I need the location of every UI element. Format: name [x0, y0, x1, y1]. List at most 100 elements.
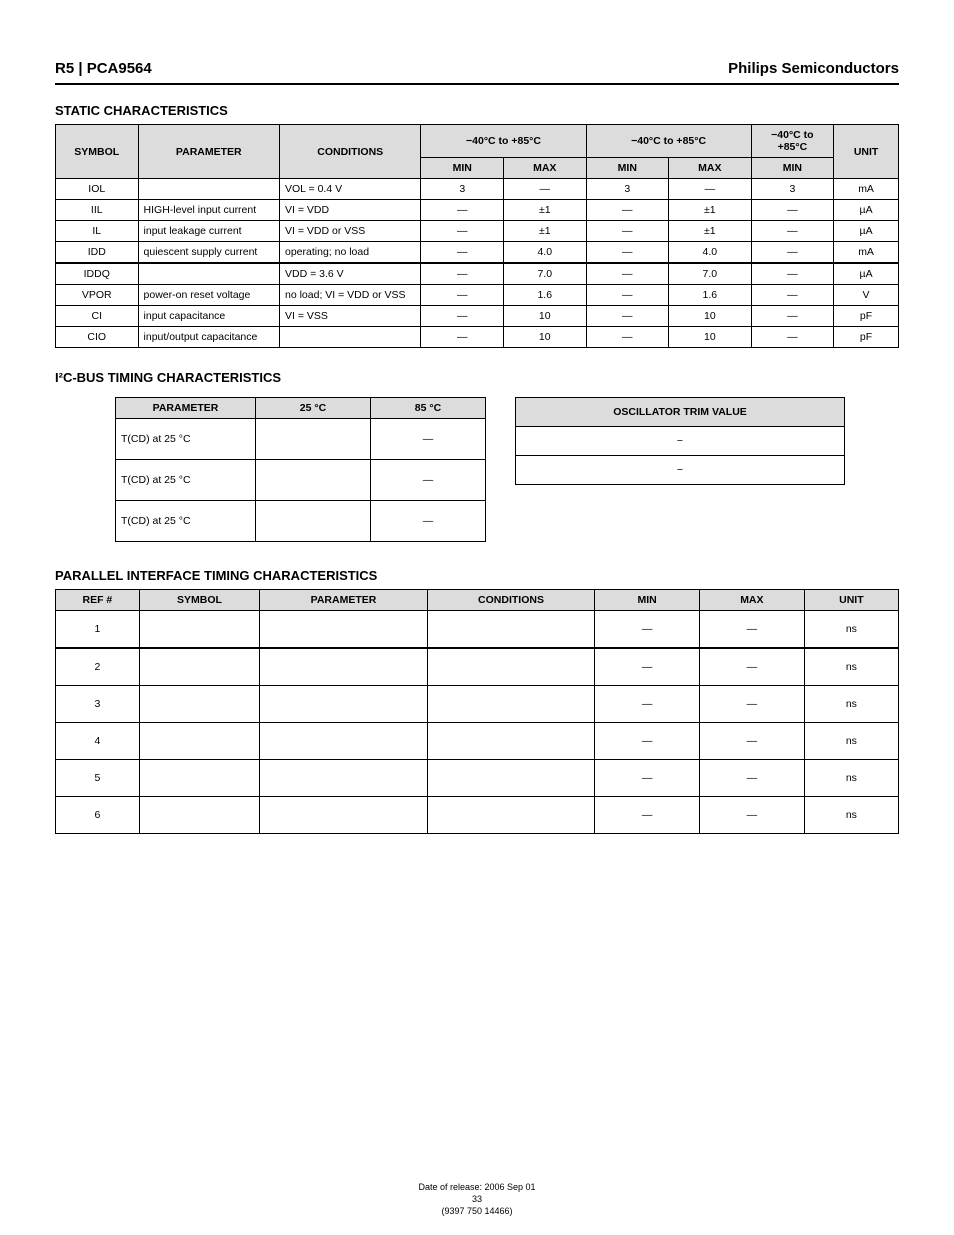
table-cell: pF: [834, 306, 899, 327]
table-cell: [260, 686, 428, 723]
table-cell: [260, 723, 428, 760]
t2-h2: 85 °C: [371, 398, 486, 419]
table-cell: —: [421, 200, 504, 221]
table-cell: VI = VDD or VSS: [280, 221, 421, 242]
table-cell: VOL = 0.4 V: [280, 179, 421, 200]
t2-h1: 25 °C: [256, 398, 371, 419]
trim-table-wrap: OSCILLATOR TRIM VALUE −−: [515, 397, 845, 485]
col-unit: UNIT: [834, 125, 899, 179]
table-cell: µA: [834, 263, 899, 285]
table-row: IOLVOL = 0.4 V3—3—3mA: [56, 179, 899, 200]
table-row: −: [516, 427, 845, 456]
table-cell: CI: [56, 306, 139, 327]
table-cell: VPOR: [56, 285, 139, 306]
table-cell: —: [586, 221, 669, 242]
header-left: R5 | PCA9564: [55, 60, 152, 77]
table-cell: —: [586, 200, 669, 221]
table-row: 5——ns: [56, 760, 899, 797]
t4-h0: REF #: [56, 590, 140, 611]
table-cell: [260, 648, 428, 686]
table-cell: mA: [834, 242, 899, 264]
static-characteristics-table: SYMBOL PARAMETER CONDITIONS −40°C to +85…: [55, 124, 899, 348]
table-cell: 10: [669, 327, 752, 348]
t4-h1: SYMBOL: [139, 590, 259, 611]
table-cell: 10: [504, 327, 587, 348]
table-cell: [280, 327, 421, 348]
table-cell: HIGH-level input current: [138, 200, 279, 221]
table-cell: 1.6: [669, 285, 752, 306]
table-row: T(CD) at 25 °C—: [116, 460, 486, 501]
table-row: 6——ns: [56, 797, 899, 834]
table-cell: —: [586, 242, 669, 264]
t4-h3: CONDITIONS: [427, 590, 595, 611]
table-cell: operating; no load: [280, 242, 421, 264]
table-cell: IDD: [56, 242, 139, 264]
table-cell: —: [669, 179, 752, 200]
col-range1: −40°C to +85°C: [421, 125, 586, 158]
table-cell: —: [700, 648, 805, 686]
table-cell: ns: [804, 797, 898, 834]
table-cell: ns: [804, 611, 898, 649]
table-cell: input leakage current: [138, 221, 279, 242]
table-row: T(CD) at 25 °C—: [116, 419, 486, 460]
col-min2: MIN: [586, 158, 669, 179]
table-cell: [256, 419, 371, 460]
table-cell: 7.0: [669, 263, 752, 285]
table-cell: —: [371, 501, 486, 542]
t4-h4: MIN: [595, 590, 700, 611]
col-symbol: SYMBOL: [56, 125, 139, 179]
table-cell: [139, 611, 259, 649]
footer-note: (9397 750 14466): [55, 1205, 899, 1217]
table-cell: VI = VSS: [280, 306, 421, 327]
table-cell: —: [751, 221, 834, 242]
table-cell: ns: [804, 648, 898, 686]
table-cell: ns: [804, 686, 898, 723]
table-cell: [256, 501, 371, 542]
table-cell: [260, 611, 428, 649]
table-cell: —: [751, 263, 834, 285]
table-cell: —: [595, 611, 700, 649]
table-cell: —: [700, 611, 805, 649]
table-cell: ±1: [669, 200, 752, 221]
table-cell: —: [700, 723, 805, 760]
table-cell: —: [595, 760, 700, 797]
table-cell: —: [421, 263, 504, 285]
table-row: T(CD) at 25 °C—: [116, 501, 486, 542]
table-cell: mA: [834, 179, 899, 200]
table-row: IILHIGH-level input currentVI = VDD—±1—±…: [56, 200, 899, 221]
t2-h0: PARAMETER: [116, 398, 256, 419]
table-cell: —: [421, 221, 504, 242]
table-cell: CIO: [56, 327, 139, 348]
table-cell: ±1: [504, 200, 587, 221]
table-cell: 3: [751, 179, 834, 200]
table-cell: [139, 648, 259, 686]
table-cell: [139, 797, 259, 834]
table-cell: —: [586, 263, 669, 285]
table-cell: 3: [56, 686, 140, 723]
table-cell: VDD = 3.6 V: [280, 263, 421, 285]
footer-page: 33: [55, 1193, 899, 1205]
table-cell: [427, 686, 595, 723]
table-cell: ±1: [504, 221, 587, 242]
col-min1: MIN: [421, 158, 504, 179]
table-cell: 10: [504, 306, 587, 327]
table-cell: [138, 179, 279, 200]
table-cell: ns: [804, 760, 898, 797]
col-parameter: PARAMETER: [138, 125, 279, 179]
table-row: VPORpower-on reset voltageno load; VI = …: [56, 285, 899, 306]
table-cell: [256, 460, 371, 501]
page: R5 | PCA9564 Philips Semiconductors STAT…: [0, 0, 954, 1235]
col-range2: −40°C to +85°C: [586, 125, 751, 158]
table-cell: µA: [834, 221, 899, 242]
table-cell: —: [751, 285, 834, 306]
document-header: R5 | PCA9564 Philips Semiconductors: [55, 60, 899, 85]
table-cell: 4.0: [669, 242, 752, 264]
table-cell: —: [586, 306, 669, 327]
table-header-row: PARAMETER 25 °C 85 °C: [116, 398, 486, 419]
temp-variation-table: PARAMETER 25 °C 85 °C T(CD) at 25 °C—T(C…: [115, 397, 486, 542]
table-cell: V: [834, 285, 899, 306]
table-cell: IOL: [56, 179, 139, 200]
table-row: IDDquiescent supply currentoperating; no…: [56, 242, 899, 264]
col-conditions: CONDITIONS: [280, 125, 421, 179]
temp-table-wrap: PARAMETER 25 °C 85 °C T(CD) at 25 °C—T(C…: [115, 397, 485, 542]
